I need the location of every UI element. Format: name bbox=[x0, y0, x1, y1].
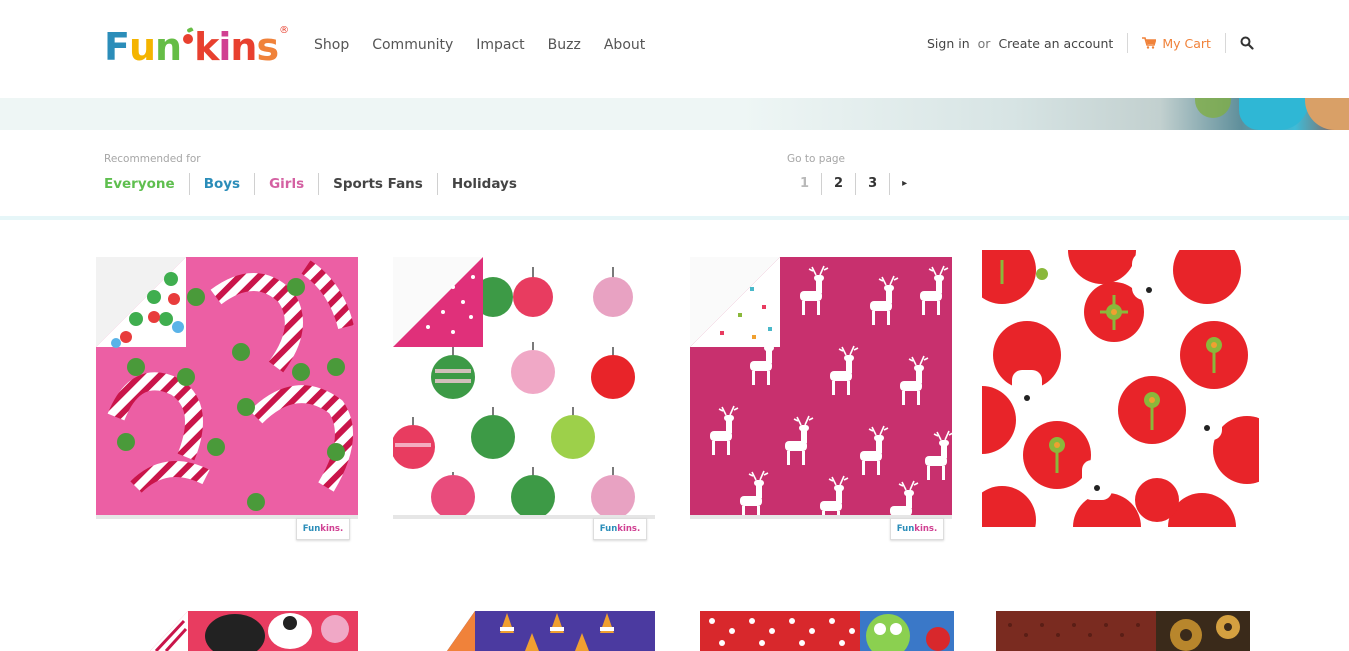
recommended-label: Recommended for bbox=[104, 153, 201, 165]
page-1-link[interactable]: 1 bbox=[790, 173, 821, 195]
cart-icon bbox=[1142, 37, 1157, 49]
filter-bar: Recommended for Everyone Boys Girls Spor… bbox=[0, 130, 1349, 220]
cherry-icon bbox=[183, 34, 194, 44]
tab-everyone[interactable]: Everyone bbox=[104, 173, 189, 195]
tab-girls[interactable]: Girls bbox=[254, 173, 318, 195]
banner-decoration bbox=[1195, 98, 1231, 118]
product-card[interactable]: Funkins. bbox=[690, 257, 952, 540]
tab-sports-fans[interactable]: Sports Fans bbox=[318, 173, 437, 195]
funkins-tag: Funkins. bbox=[296, 518, 350, 540]
divider bbox=[1224, 33, 1226, 53]
tab-boys[interactable]: Boys bbox=[188, 173, 254, 195]
product-card[interactable] bbox=[447, 611, 655, 651]
main-nav: Shop Community Impact Buzz About bbox=[314, 37, 668, 53]
nav-community[interactable]: Community bbox=[372, 37, 453, 53]
account-bar: Sign in or Create an account My Cart bbox=[927, 33, 1254, 53]
nav-buzz[interactable]: Buzz bbox=[548, 37, 581, 53]
nav-shop[interactable]: Shop bbox=[314, 37, 349, 53]
funkins-logo[interactable]: F u n k i n s ® bbox=[104, 24, 289, 70]
product-image bbox=[447, 611, 655, 651]
product-card[interactable] bbox=[996, 611, 1250, 651]
product-image bbox=[150, 611, 358, 651]
product-card[interactable]: Funkins. bbox=[96, 257, 358, 540]
logo-letter: n bbox=[230, 25, 257, 69]
registered-mark: ® bbox=[279, 25, 289, 36]
my-cart-link[interactable]: My Cart bbox=[1142, 36, 1211, 51]
sign-in-link[interactable]: Sign in bbox=[927, 36, 970, 51]
logo-letter: u bbox=[128, 25, 156, 69]
site-header: F u n k i n s ® Shop Community Impact Bu… bbox=[0, 0, 1349, 98]
cart-label: My Cart bbox=[1162, 35, 1211, 51]
logo-letter: F bbox=[104, 25, 130, 69]
nav-impact[interactable]: Impact bbox=[476, 37, 524, 53]
logo-letter: n bbox=[155, 25, 182, 69]
product-card[interactable]: Funkins. bbox=[393, 257, 655, 540]
page-2-link[interactable]: 2 bbox=[821, 173, 855, 195]
product-image bbox=[982, 250, 1259, 527]
nav-about[interactable]: About bbox=[604, 37, 645, 53]
create-account-link[interactable]: Create an account bbox=[998, 36, 1113, 51]
pagination: 1 2 3 ▸ bbox=[790, 173, 919, 195]
product-card[interactable] bbox=[982, 250, 1259, 527]
next-page-arrow-icon[interactable]: ▸ bbox=[889, 173, 919, 195]
product-image bbox=[393, 257, 655, 519]
banner-decoration bbox=[1239, 98, 1309, 130]
page-3-link[interactable]: 3 bbox=[855, 173, 889, 195]
logo-letter: i bbox=[218, 25, 231, 69]
product-image bbox=[96, 257, 358, 519]
funkins-tag: Funkins. bbox=[890, 518, 944, 540]
logo-letter: s bbox=[256, 25, 279, 69]
product-image bbox=[700, 611, 954, 651]
search-button[interactable] bbox=[1240, 36, 1254, 50]
product-image bbox=[996, 611, 1250, 651]
logo-letter: k bbox=[194, 25, 219, 69]
search-icon bbox=[1240, 36, 1254, 50]
audience-tabs: Everyone Boys Girls Sports Fans Holidays bbox=[104, 173, 531, 195]
product-card[interactable] bbox=[150, 611, 358, 651]
divider bbox=[1127, 33, 1129, 53]
banner-decoration bbox=[1305, 98, 1349, 130]
hero-banner bbox=[0, 98, 1349, 130]
product-image bbox=[690, 257, 952, 519]
or-text: or bbox=[977, 35, 991, 51]
funkins-tag: Funkins. bbox=[593, 518, 647, 540]
pager-label: Go to page bbox=[787, 153, 846, 165]
product-card[interactable] bbox=[700, 611, 954, 651]
tab-holidays[interactable]: Holidays bbox=[436, 173, 531, 195]
